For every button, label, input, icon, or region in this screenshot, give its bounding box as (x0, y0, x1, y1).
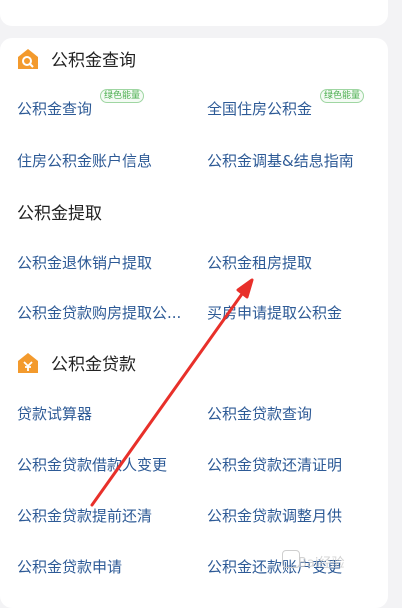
annotation-arrow (90, 278, 254, 507)
watermark-text: Bai经验 (298, 556, 345, 571)
